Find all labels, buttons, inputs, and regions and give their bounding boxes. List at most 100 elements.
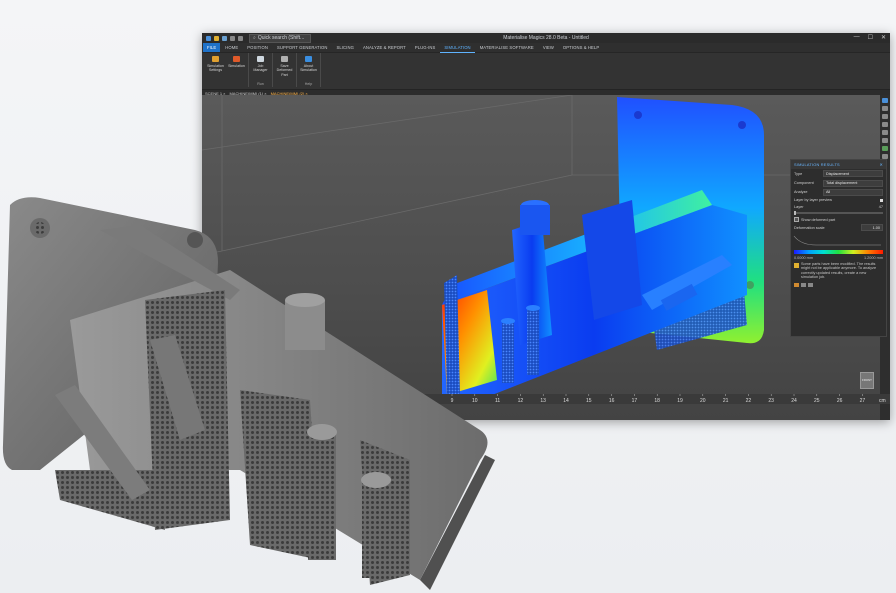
save-part-icon <box>281 56 288 62</box>
warning-text: Some parts have been modified. The resul… <box>801 261 877 280</box>
menu-tab-slicing[interactable]: SLICING <box>332 43 357 52</box>
legend-max: 1.2000 mm <box>864 255 883 260</box>
layer-label: Layer <box>794 204 804 209</box>
view-tool-icon[interactable] <box>882 98 888 103</box>
save-deformed-part-button[interactable]: Save Deformed Part <box>275 53 294 77</box>
save-icon[interactable] <box>222 35 227 41</box>
new-file-icon[interactable] <box>206 35 211 41</box>
view-cube[interactable]: FRONT <box>860 372 874 389</box>
ruler-tick-label: 16 <box>609 398 615 404</box>
simulation-button[interactable]: Simulation <box>227 53 246 73</box>
action-icon[interactable] <box>808 283 813 287</box>
ruler-tick-label: 27 <box>860 398 866 404</box>
panel-close-icon[interactable]: ✕ <box>880 162 883 167</box>
property-row: Analyze All <box>791 188 886 197</box>
ribbon-toolbar: Simulation Settings Simulation Job Manager… <box>202 53 890 90</box>
ribbon-button-label: Job Manager <box>253 64 268 73</box>
ruler-tick-label: 15 <box>586 398 592 404</box>
ribbon-button-label: Simulation Settings <box>207 64 224 73</box>
property-row: Component Total displacement <box>791 178 886 187</box>
ribbon-group: About Simulation Help <box>297 53 321 87</box>
quick-search-input[interactable]: ⌕ Quick search (Shift... <box>249 33 312 43</box>
ruler-tick-label: 14 <box>563 398 569 404</box>
panel-title: SIMULATION RESULTS <box>794 162 840 167</box>
plate-hole <box>746 281 754 289</box>
layer-preview-label: Layer by layer preview <box>794 198 832 203</box>
property-label: Type <box>794 171 803 176</box>
ribbon-group: Save Deformed Part <box>273 53 297 87</box>
ruler-tick-label: 12 <box>518 398 524 404</box>
printed-part-photo <box>2 197 495 590</box>
view-tool-icon[interactable] <box>882 138 888 143</box>
job-manager-icon <box>257 56 264 62</box>
ruler-tick-label: 26 <box>837 398 843 404</box>
support-pin <box>527 310 539 375</box>
layer-slider[interactable] <box>794 210 883 215</box>
pin-cap <box>501 318 515 324</box>
ribbon-button-label: Simulation <box>228 64 245 68</box>
property-dropdown[interactable]: All <box>823 188 883 196</box>
boss <box>520 205 550 235</box>
open-folder-icon[interactable] <box>214 35 219 41</box>
property-row: Type Displacement <box>791 169 886 178</box>
close-button[interactable]: ✕ <box>881 34 886 41</box>
ruler-tick-label: 24 <box>791 398 797 404</box>
view-tool-icon[interactable] <box>882 106 888 111</box>
view-tool-icon[interactable] <box>882 122 888 127</box>
panel-actions <box>791 282 886 288</box>
layer-row: Layer 47 <box>791 204 886 210</box>
ruler-tick-label: 19 <box>677 398 683 404</box>
ribbon-group-name: Help <box>304 82 313 86</box>
action-icon[interactable] <box>794 283 799 287</box>
ruler-tick-label: 13 <box>540 398 546 404</box>
histogram <box>793 235 881 245</box>
checkbox[interactable] <box>794 217 799 223</box>
menu-tab-plug-ins[interactable]: PLUG-INS <box>411 43 440 52</box>
menu-tab-materialise-software[interactable]: MATERIALISE SOFTWARE <box>476 43 538 52</box>
menu-tab-support-generation[interactable]: SUPPORT GENERATION <box>273 43 331 52</box>
ruler-tick-label: 17 <box>632 398 638 404</box>
legend-min: 0.0000 mm <box>794 255 813 260</box>
view-tool-icon[interactable] <box>882 146 888 151</box>
search-icon: ⌕ <box>253 35 256 41</box>
menu-tab-file[interactable]: FILE <box>203 43 221 52</box>
plate-hole <box>738 121 746 129</box>
view-tool-icon[interactable] <box>882 114 888 119</box>
menu-tab-analyze-report[interactable]: ANALYZE & REPORT <box>359 43 410 52</box>
menu-tab-position[interactable]: POSITION <box>243 43 272 52</box>
ruler-tick-label: 23 <box>768 398 774 404</box>
checkbox[interactable] <box>880 198 883 202</box>
deformation-scale-row: Deformation scale 1.00 <box>791 223 886 232</box>
ruler-unit: cm <box>879 398 886 404</box>
slider-thumb[interactable] <box>794 210 796 215</box>
action-icon[interactable] <box>801 283 806 287</box>
simulation-settings-button[interactable]: Simulation Settings <box>206 53 225 73</box>
deformed-label: Show deformed part <box>801 217 836 222</box>
panel-header: SIMULATION RESULTS ✕ <box>791 160 886 169</box>
redo-icon[interactable] <box>238 35 243 41</box>
search-placeholder: Quick search (Shift... <box>257 35 305 41</box>
menu-tab-options-help[interactable]: OPTIONS & HELP <box>559 43 603 52</box>
ruler-tick-label: 22 <box>746 398 752 404</box>
support-pin <box>502 323 514 383</box>
menu-tab-view[interactable]: VIEW <box>539 43 558 52</box>
simulation-icon <box>233 56 240 62</box>
deformation-scale-input[interactable]: 1.00 <box>861 224 883 232</box>
property-dropdown[interactable]: Displacement <box>823 170 883 178</box>
job-manager-button[interactable]: Job Manager <box>251 53 270 73</box>
ribbon-group: Simulation Settings Simulation <box>204 53 249 87</box>
property-dropdown[interactable]: Total displacement <box>823 179 883 187</box>
undo-icon[interactable] <box>230 35 235 41</box>
menu-tab-simulation[interactable]: SIMULATION <box>440 43 475 53</box>
layer-value: 47 <box>878 204 883 209</box>
minimize-button[interactable]: — <box>854 34 860 41</box>
ribbon-tabs: FILE HOME POSITION SUPPORT GENERATION SLICIN… <box>202 43 890 53</box>
about-simulation-button[interactable]: About Simulation <box>299 53 318 73</box>
view-tool-icon[interactable] <box>882 130 888 135</box>
deformed-row[interactable]: Show deformed part <box>791 216 886 223</box>
maximize-button[interactable]: ☐ <box>868 34 873 41</box>
color-legend <box>794 249 883 254</box>
pin-cap <box>526 305 540 311</box>
menu-tab-home[interactable]: HOME <box>221 43 242 52</box>
warning-message: Some parts have been modified. The resul… <box>791 260 886 282</box>
